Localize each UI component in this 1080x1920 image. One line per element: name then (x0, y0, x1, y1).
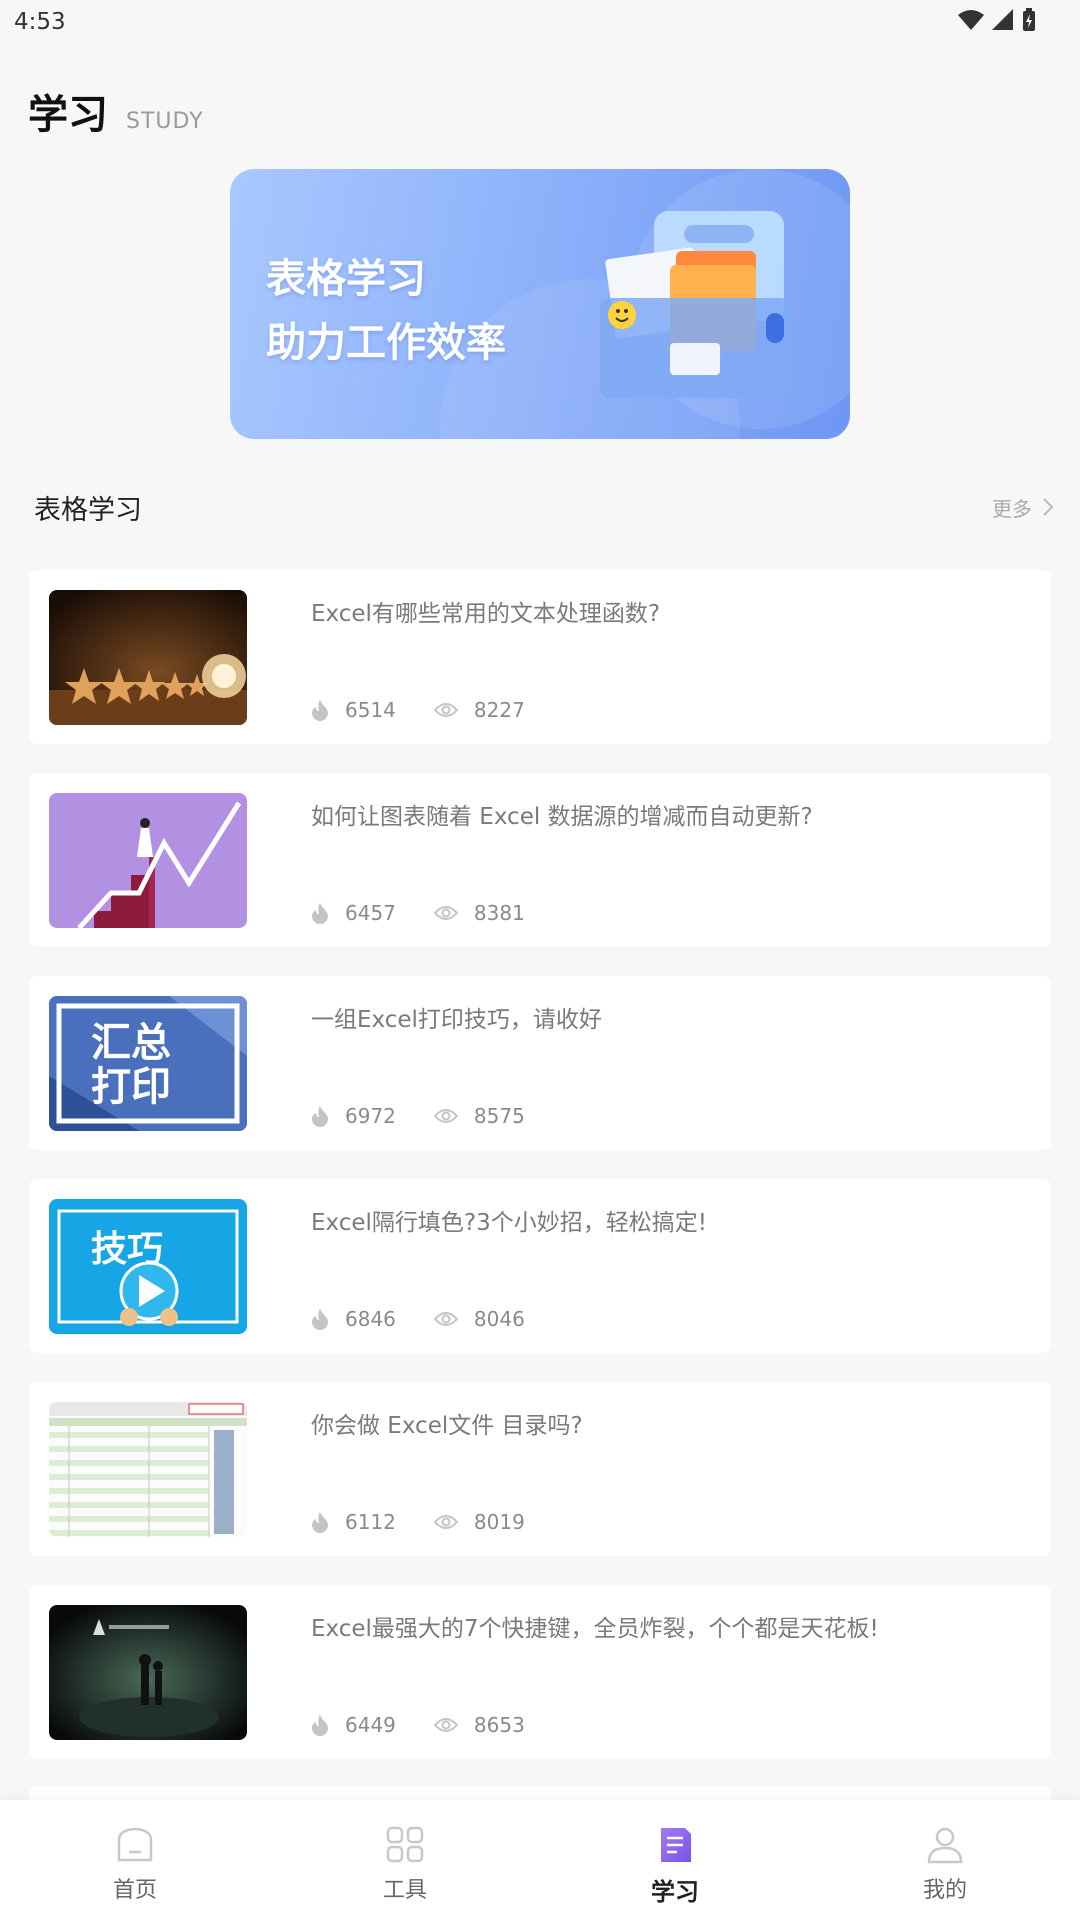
status-time: 4:53 (14, 9, 66, 35)
banner-line-2: 助力工作效率 (266, 320, 506, 366)
nav-study[interactable]: 学习 (540, 1800, 810, 1920)
eye-icon (433, 1718, 458, 1732)
view-count: 8019 (473, 1510, 525, 1534)
flame-icon (312, 700, 328, 721)
article-thumbnail (49, 1402, 247, 1537)
nav-home[interactable]: 首页 (0, 1800, 270, 1920)
article-card[interactable]: 技巧 Excel隔行填色?3个小妙招，轻松搞定! 6846 8046 (29, 1179, 1051, 1353)
page-title: 学习 (28, 92, 108, 138)
article-stats: 6449 8653 (311, 1713, 563, 1737)
promo-banner[interactable]: 表格学习 助力工作效率 (230, 169, 850, 439)
article-card[interactable]: 汇总 打印 一组Excel打印技巧，请收好 6972 8575 (29, 976, 1051, 1150)
view-count: 8046 (473, 1307, 525, 1331)
eye-icon (433, 703, 458, 717)
banner-line-1: 表格学习 (266, 256, 426, 302)
like-count: 6449 (345, 1713, 396, 1737)
more-link[interactable]: 更多 (992, 493, 1054, 522)
eye-icon (433, 906, 458, 920)
like-count: 6514 (345, 698, 396, 722)
grid-icon (386, 1826, 424, 1863)
article-card[interactable]: 你会做 Excel文件 目录吗? 6112 8019 (29, 1382, 1051, 1556)
like-count: 6972 (345, 1104, 396, 1128)
nav-mine[interactable]: 我的 (810, 1800, 1080, 1920)
article-thumbnail (49, 1605, 247, 1740)
document-icon (661, 1828, 691, 1862)
article-thumbnail (49, 793, 247, 928)
battery-icon (1023, 8, 1035, 31)
nav-tools[interactable]: 工具 (270, 1800, 540, 1920)
view-count: 8381 (473, 901, 525, 925)
signal-icon (992, 9, 1013, 30)
eye-icon (433, 1312, 458, 1326)
article-thumbnail: 技巧 (49, 1199, 247, 1334)
article-title: Excel最强大的7个快捷键，全员炸裂，个个都是天花板! (311, 1616, 879, 1642)
status-icons (958, 8, 1036, 32)
view-count: 8227 (473, 698, 525, 722)
article-title: Excel有哪些常用的文本处理函数? (311, 601, 661, 627)
article-stats: 6972 8575 (311, 1104, 563, 1128)
article-stats: 6514 8227 (311, 698, 563, 722)
thumb-text-line-1: 汇总 (91, 1020, 171, 1066)
article-thumbnail (49, 590, 247, 725)
nav-mine-label: 我的 (922, 1878, 967, 1903)
thumb-text-line-2: 打印 (91, 1064, 171, 1110)
section-header: 表格学习 更多 (34, 487, 1054, 527)
eye-icon (433, 1109, 458, 1123)
user-icon (927, 1827, 963, 1864)
article-title: 如何让图表随着 Excel 数据源的增减而自动更新? (311, 804, 813, 830)
page-subtitle: STUDY (126, 109, 204, 134)
section-title: 表格学习 (34, 494, 142, 526)
article-title: 你会做 Excel文件 目录吗? (311, 1413, 583, 1439)
more-label: 更多 (992, 496, 1032, 521)
page-header: 学习 STUDY (28, 82, 204, 140)
like-count: 6846 (345, 1307, 396, 1331)
bottom-nav: 首页 工具 学习 我的 (0, 1800, 1080, 1920)
home-icon (117, 1827, 153, 1862)
article-list: Excel有哪些常用的文本处理函数? 6514 8227 如何让图表随着 Exc… (29, 570, 1051, 1788)
article-stats: 6457 8381 (311, 901, 563, 925)
wifi-icon (958, 10, 984, 30)
status-bar: 4:53 (0, 0, 1080, 44)
flame-icon (312, 1512, 328, 1533)
flame-icon (312, 1715, 328, 1736)
article-thumbnail: 汇总 打印 (49, 996, 247, 1131)
chevron-right-icon (1043, 498, 1054, 516)
article-stats: 6112 8019 (311, 1510, 563, 1534)
nav-study-label: 学习 (651, 1878, 699, 1906)
view-count: 8575 (473, 1104, 525, 1128)
article-card[interactable]: Excel有哪些常用的文本处理函数? 6514 8227 (29, 570, 1051, 744)
nav-tools-label: 工具 (382, 1878, 427, 1903)
like-count: 6112 (345, 1510, 396, 1534)
article-stats: 6846 8046 (311, 1307, 563, 1331)
article-card[interactable]: Excel最强大的7个快捷键，全员炸裂，个个都是天花板! 6449 8653 (29, 1585, 1051, 1759)
article-card[interactable]: 如何让图表随着 Excel 数据源的增减而自动更新? 6457 8381 (29, 773, 1051, 947)
folder-box-illustration (600, 211, 790, 398)
flame-icon (312, 903, 328, 924)
eye-icon (433, 1515, 458, 1529)
article-title: 一组Excel打印技巧，请收好 (311, 1007, 602, 1033)
banner-text: 表格学习 助力工作效率 (266, 247, 506, 375)
view-count: 8653 (473, 1713, 525, 1737)
article-title: Excel隔行填色?3个小妙招，轻松搞定! (311, 1210, 707, 1236)
like-count: 6457 (345, 901, 396, 925)
nav-home-label: 首页 (112, 1878, 157, 1903)
flame-icon (312, 1309, 328, 1330)
flame-icon (312, 1106, 328, 1127)
